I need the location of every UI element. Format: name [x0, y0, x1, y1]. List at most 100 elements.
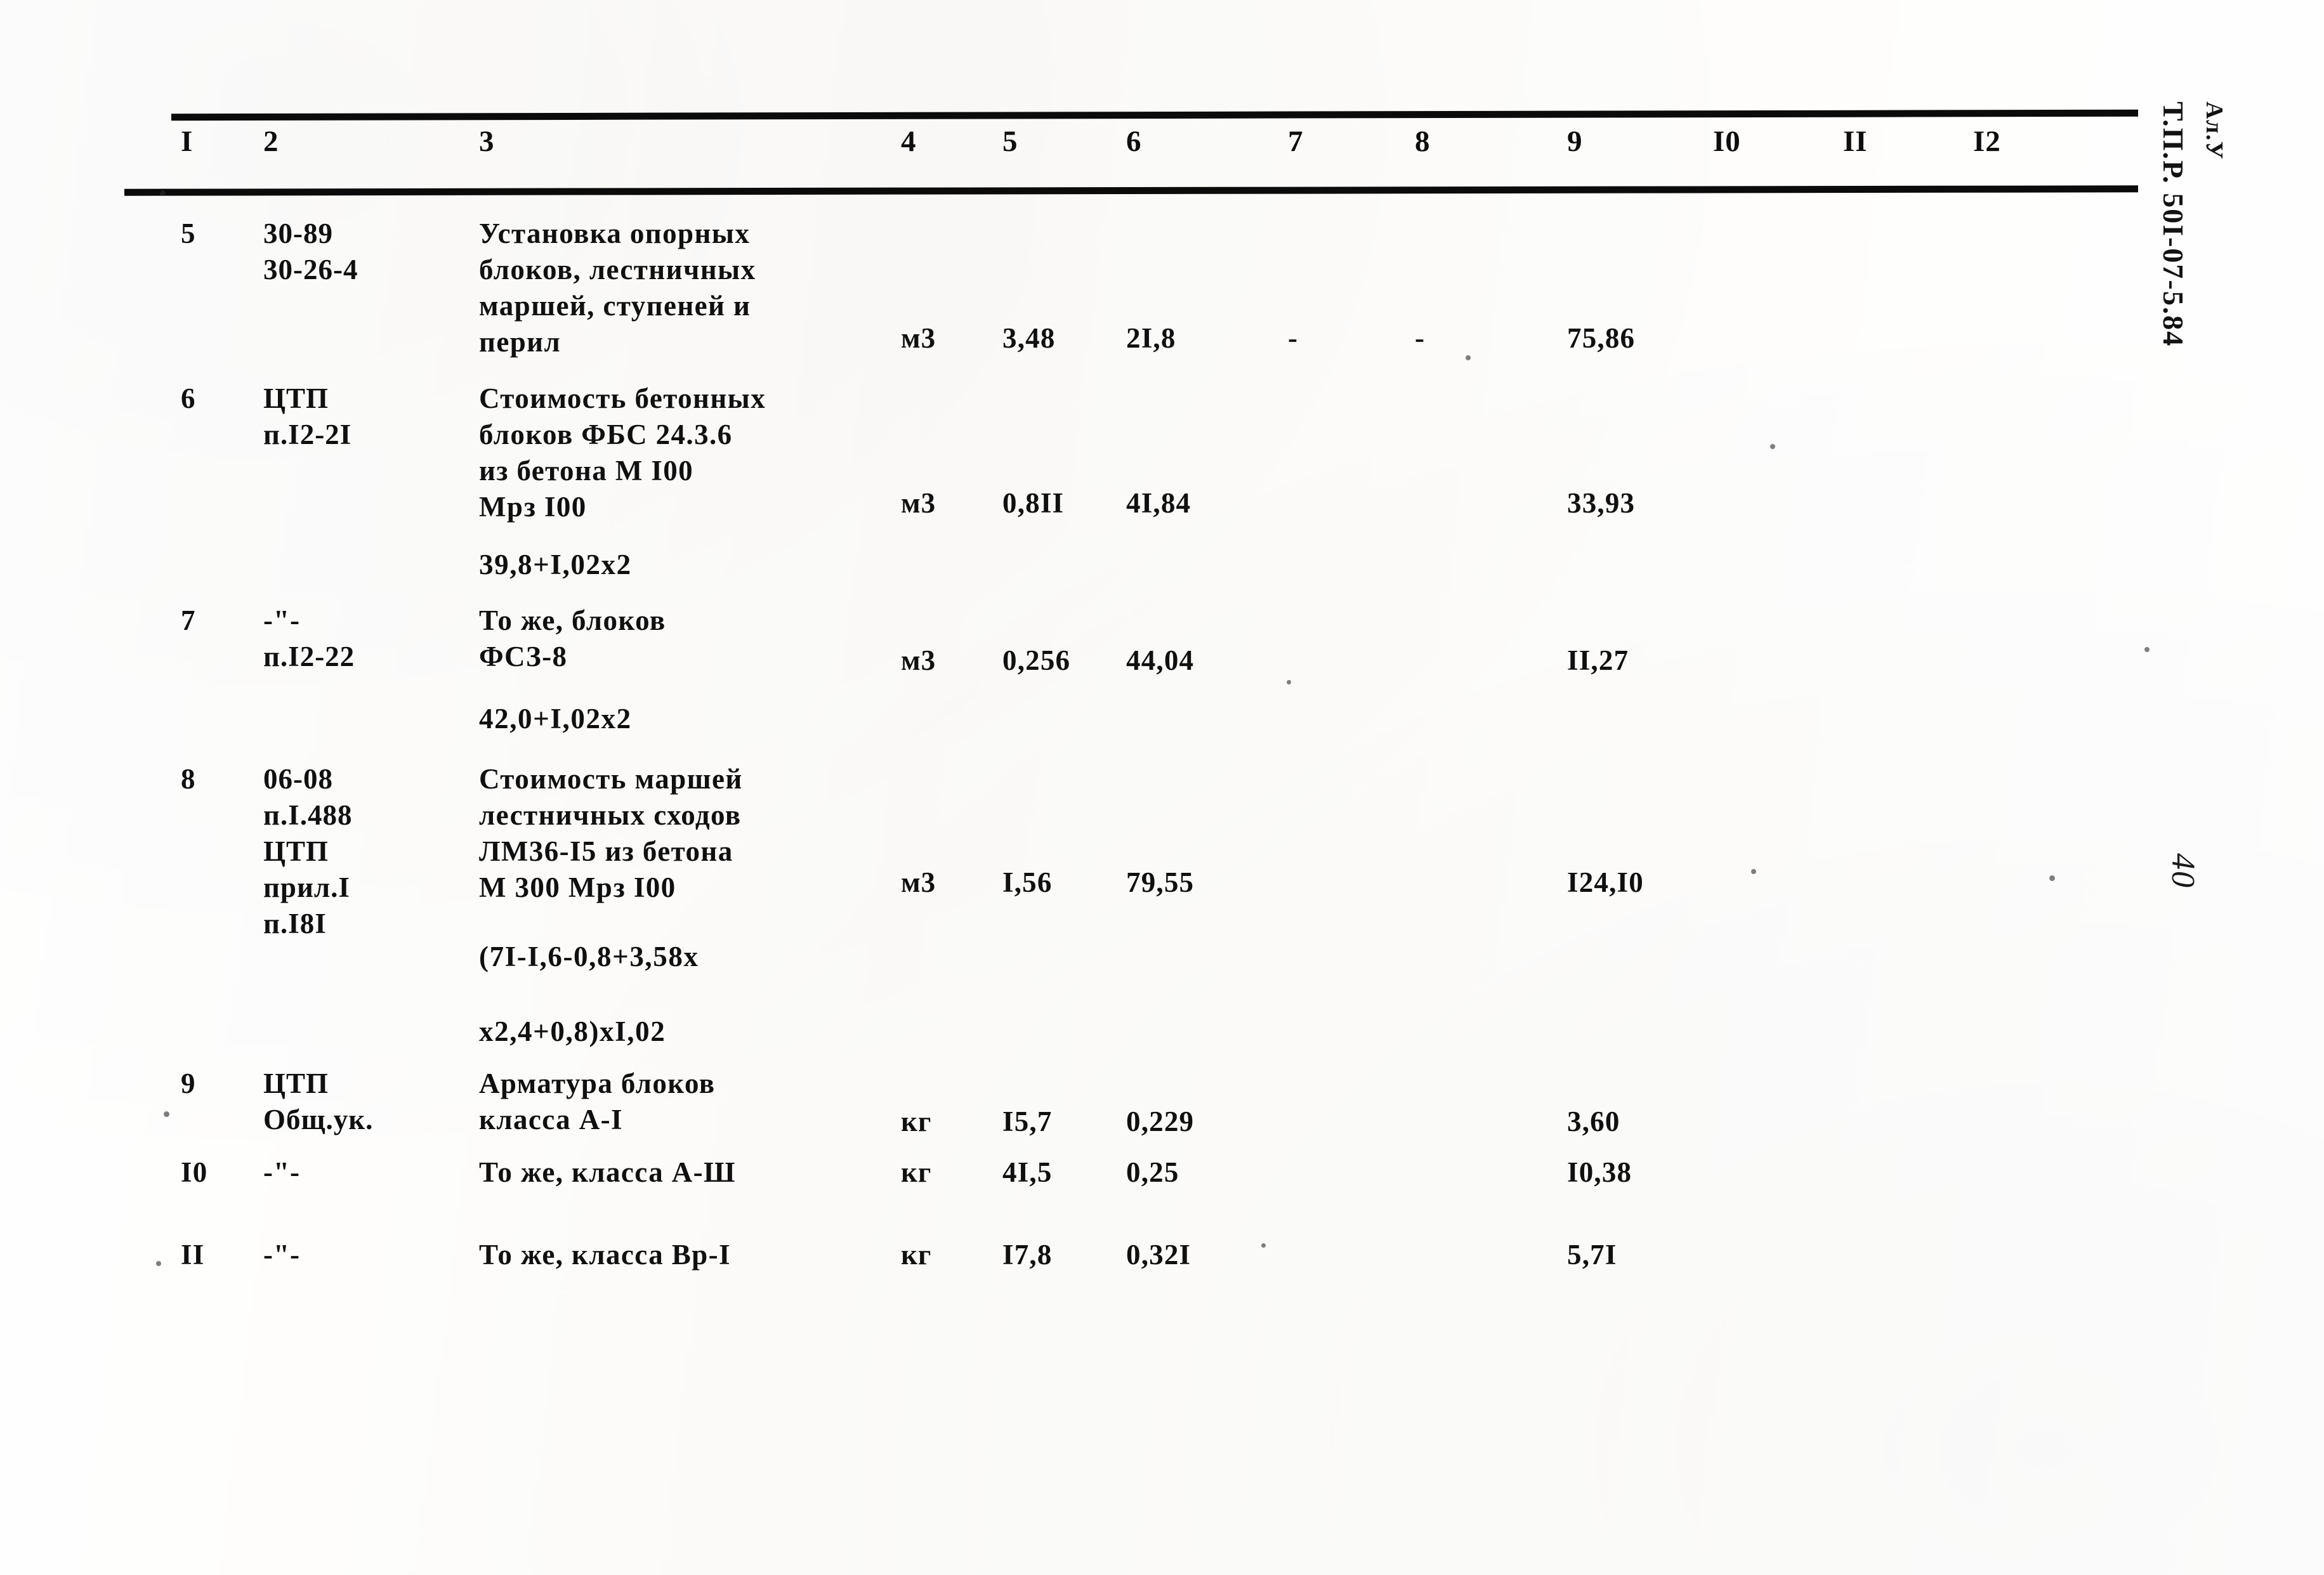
row-code-line: ЦТП — [263, 835, 329, 867]
row-value-qty: I5,7 — [1002, 1106, 1053, 1137]
column-header-7: 7 — [1288, 125, 1304, 158]
row-number: 9 — [181, 1068, 196, 1099]
side-stamp-title: Т.П.Р. 50I-07-5.84 — [2157, 101, 2189, 348]
row-description-line: Стоимость маршей — [479, 763, 743, 795]
row-code-line: п.I2-22 — [263, 641, 355, 672]
row-code-line: -"- — [263, 605, 300, 636]
row-number: 6 — [181, 382, 196, 414]
row-formula-line: (7I-I,6-0,8+3,58x — [479, 941, 699, 972]
row-value-qty: 4I,5 — [1002, 1156, 1053, 1188]
row-description-line: маршей, ступеней и — [479, 290, 751, 322]
row-code-line: -"- — [263, 1156, 300, 1188]
row-value-col7: - — [1288, 322, 1299, 354]
row-description-line: блоков ФБС 24.3.6 — [479, 419, 733, 450]
row-code-line: п.I8I — [263, 908, 327, 939]
row-number: 7 — [181, 605, 196, 636]
row-unit: м3 — [901, 322, 936, 354]
column-header-8: 8 — [1415, 125, 1431, 158]
column-header-3: 3 — [479, 125, 495, 158]
row-description-line: То же, блоков — [479, 605, 666, 636]
row-value-col8: - — [1415, 322, 1426, 354]
row-code-line: п.I.488 — [263, 799, 353, 831]
row-code-line: ЦТП — [263, 1068, 329, 1099]
column-header-12: I2 — [1973, 125, 2001, 158]
row-value-total: I24,I0 — [1567, 866, 1644, 898]
row-value-total: 33,93 — [1567, 487, 1636, 519]
row-value-unit-cost: 79,55 — [1126, 866, 1195, 898]
row-code-line: Общ.ук. — [263, 1104, 374, 1135]
column-header-9: 9 — [1567, 125, 1583, 158]
row-code-line: -"- — [263, 1239, 300, 1271]
row-formula-line: 42,0+I,02x2 — [479, 703, 632, 735]
row-description-line: ФСЗ-8 — [479, 641, 568, 672]
scan-speck — [1770, 444, 1775, 449]
row-value-total: I0,38 — [1567, 1156, 1632, 1188]
row-description-line: блоков, лестничных — [479, 254, 756, 285]
row-value-total: II,27 — [1567, 644, 1629, 676]
column-header-4: 4 — [901, 125, 917, 158]
row-number: II — [181, 1239, 205, 1271]
row-code-line: 30-89 — [263, 218, 333, 249]
row-value-unit-cost: 44,04 — [1126, 644, 1195, 676]
row-code-line: п.I2-2I — [263, 419, 352, 450]
row-description-line: лестничных сходов — [479, 799, 742, 831]
row-value-total: 5,7I — [1567, 1239, 1617, 1271]
scanned-document-page: I 2 3 4 5 6 7 8 9 I0 II I2 5 30-89 30-26-4 Установка о… — [0, 0, 2324, 1575]
row-value-unit-cost: 4I,84 — [1126, 487, 1192, 519]
row-value-unit-cost: 2I,8 — [1126, 322, 1176, 354]
scan-speck — [2144, 647, 2150, 652]
scan-speck — [2049, 875, 2055, 881]
scan-speck — [164, 1111, 169, 1117]
row-value-qty: I7,8 — [1002, 1239, 1053, 1271]
column-header-10: I0 — [1713, 125, 1741, 158]
scan-speck — [1287, 680, 1291, 684]
column-header-5: 5 — [1002, 125, 1018, 158]
paper-texture — [0, 0, 2324, 1575]
row-value-unit-cost: 0,25 — [1126, 1156, 1179, 1188]
row-value-unit-cost: 0,229 — [1126, 1106, 1195, 1137]
row-value-qty: I,56 — [1002, 866, 1053, 898]
row-value-total: 3,60 — [1567, 1106, 1620, 1137]
row-code-line: ЦТП — [263, 382, 329, 414]
table-column-header-row: I 2 3 4 5 6 7 8 9 I0 II I2 — [0, 124, 2324, 175]
row-number: 5 — [181, 218, 196, 249]
row-formula-line: x2,4+0,8)xI,02 — [479, 1016, 666, 1047]
row-description-line: из бетона М I00 — [479, 455, 694, 487]
row-description-line: Мрз I00 — [479, 491, 587, 523]
row-description-line: То же, класса Вр-I — [479, 1239, 731, 1271]
row-unit: м3 — [901, 644, 936, 676]
scan-speck — [1751, 869, 1756, 874]
row-value-qty: 0,8II — [1002, 487, 1065, 519]
scan-speck — [1466, 355, 1471, 360]
row-value-qty: 3,48 — [1002, 322, 1056, 354]
row-value-unit-cost: 0,32I — [1126, 1239, 1192, 1271]
scan-speck — [1261, 1243, 1266, 1248]
row-value-qty: 0,256 — [1002, 644, 1071, 676]
row-description-line: Установка опорных — [479, 218, 751, 249]
row-description-line: То же, класса А-Ш — [479, 1156, 736, 1188]
row-description-line: ЛМ36-I5 из бетона — [479, 835, 733, 867]
scan-speck — [160, 190, 166, 196]
row-description-line: М 300 Мрз I00 — [479, 872, 676, 903]
scan-speck — [156, 1261, 161, 1266]
column-header-2: 2 — [263, 125, 279, 158]
row-description-line: класса А-I — [479, 1104, 623, 1135]
column-header-11: II — [1843, 125, 1868, 158]
table-top-rule — [171, 109, 2139, 121]
row-number: 8 — [181, 763, 196, 795]
row-code-line: 30-26-4 — [263, 254, 358, 285]
row-code-line: прил.I — [263, 872, 350, 903]
row-description-line: Арматура блоков — [479, 1068, 716, 1099]
row-code-line: 06-08 — [263, 763, 333, 795]
row-formula-line: 39,8+I,02x2 — [479, 549, 632, 580]
row-unit: кг — [901, 1239, 932, 1271]
row-description-line: Стоимость бетонных — [479, 382, 766, 414]
row-number: I0 — [181, 1156, 208, 1188]
row-unit: м3 — [901, 866, 936, 898]
table-header-bottom-rule — [124, 185, 2139, 196]
side-stamp-subtitle: Ал.У — [2201, 101, 2228, 160]
row-value-total: 75,86 — [1567, 322, 1636, 354]
row-unit: м3 — [901, 487, 936, 519]
row-description-line: перил — [479, 326, 561, 358]
column-header-1: I — [181, 125, 194, 158]
